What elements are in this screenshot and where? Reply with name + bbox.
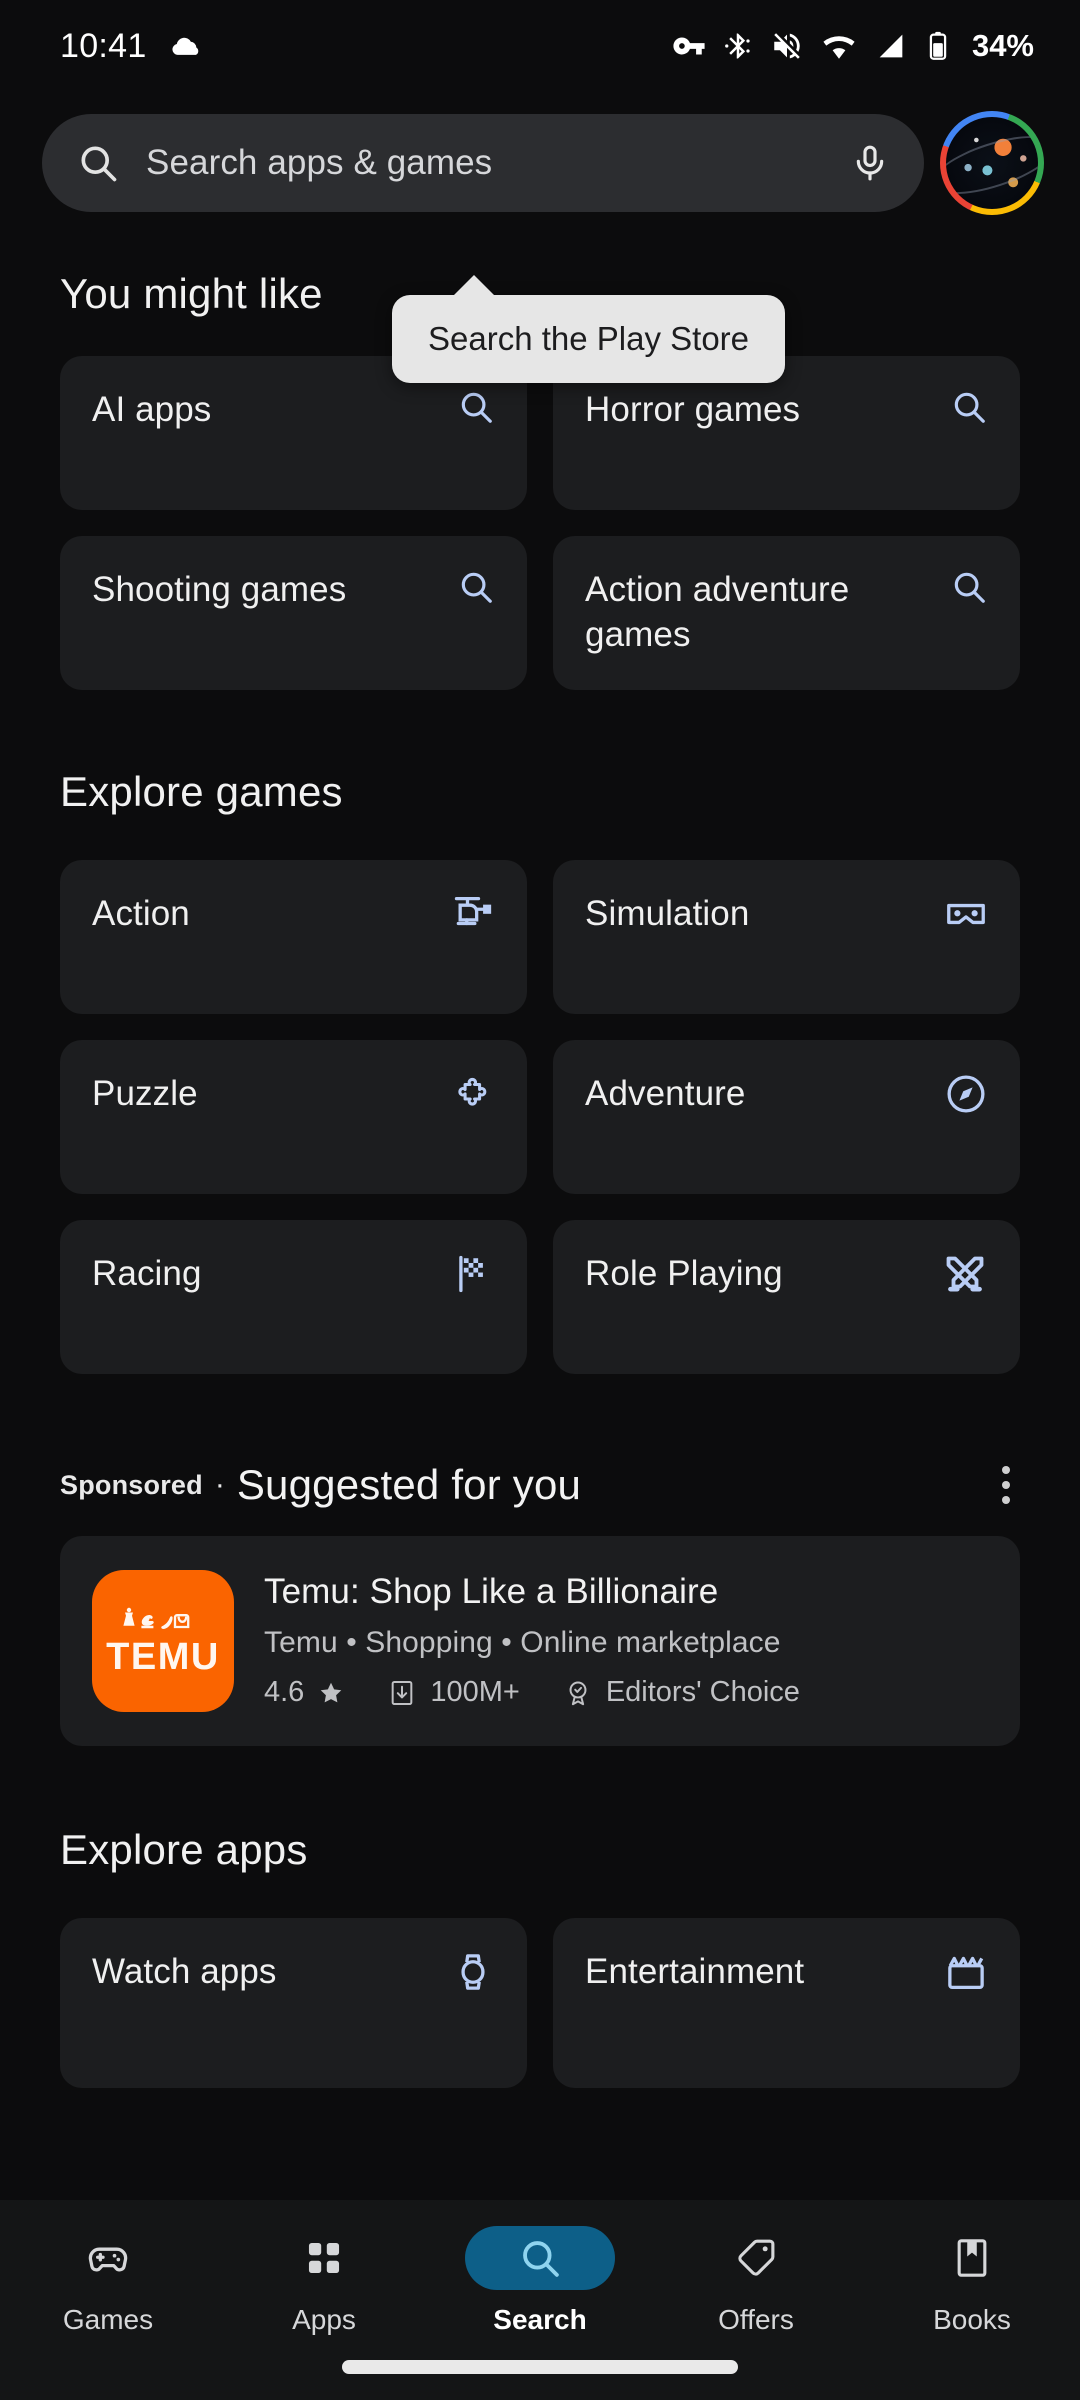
explore-apps-title: Explore apps [60, 1826, 308, 1873]
category-card-puzzle[interactable]: Puzzle [60, 1040, 527, 1194]
nav-pill-apps [249, 2226, 399, 2290]
nav-item-search[interactable]: Search [432, 2226, 648, 2336]
download-icon [388, 1679, 416, 1707]
smartwatch-icon [451, 1948, 495, 1999]
microphone-icon[interactable] [850, 143, 890, 183]
sponsored-title: Suggested for you [236, 1461, 582, 1508]
app-rating: 4.6 [264, 1676, 305, 1708]
nav-pill-books [897, 2226, 1047, 2290]
search-icon [950, 566, 988, 611]
sponsored-separator: · [214, 1468, 225, 1501]
compass-icon [944, 1070, 988, 1121]
status-bar: 10:41 34% [0, 0, 1080, 92]
nav-pill-search-active [465, 2226, 615, 2290]
temu-app-icon: TEMU [92, 1570, 234, 1712]
avatar-image [946, 117, 1038, 209]
sponsored-header: Sponsored · Suggested for you [0, 1456, 1080, 1514]
star-icon [318, 1680, 344, 1706]
bluetooth-icon [723, 29, 753, 63]
sponsored-tag: Sponsored [60, 1469, 203, 1500]
category-card-racing[interactable]: Racing [60, 1220, 527, 1374]
avatar[interactable] [940, 111, 1044, 215]
nav-label-search: Search [493, 2304, 587, 2335]
bottom-navigation: Games Apps Search Offers Books [0, 2200, 1080, 2400]
suggestion-label: Action adventure games [585, 570, 850, 654]
explore-games-title: Explore games [60, 768, 343, 815]
battery-icon [925, 29, 951, 63]
category-label: Action [92, 894, 190, 933]
status-clock: 10:41 [60, 26, 147, 65]
search-bar[interactable]: Search apps & games [42, 114, 924, 212]
clapperboard-icon [944, 1948, 988, 1999]
category-label: Entertainment [585, 1952, 805, 1991]
search-icon [76, 141, 120, 185]
temu-glyph-row [121, 1606, 205, 1636]
category-card-entertainment[interactable]: Entertainment [553, 1918, 1020, 2088]
nav-item-games[interactable]: Games [0, 2226, 216, 2336]
category-label: Role Playing [585, 1254, 783, 1293]
suggestion-chip[interactable]: Shooting games [60, 536, 527, 690]
suggestion-chip[interactable]: Action adventure games [553, 536, 1020, 690]
battery-percent: 34% [971, 28, 1034, 63]
app-subtitle: Temu • Shopping • Online marketplace [264, 1626, 781, 1659]
you-might-like-grid: AI apps Horror games Shooting games Acti… [0, 356, 1080, 690]
temu-wordmark: TEMU [106, 1636, 220, 1678]
search-input[interactable]: Search apps & games [146, 143, 824, 183]
checkered-flag-icon [451, 1250, 495, 1301]
category-card-watch-apps[interactable]: Watch apps [60, 1918, 527, 2088]
search-icon [457, 566, 495, 611]
play-store-search-screen: 10:41 34% Search apps & games Search the… [0, 0, 1080, 2400]
wifi-icon [821, 29, 857, 63]
category-card-adventure[interactable]: Adventure [553, 1040, 1020, 1194]
crossed-swords-icon [942, 1250, 988, 1303]
nav-label-books: Books [933, 2304, 1011, 2335]
suggestion-label: Shooting games [92, 570, 347, 609]
sponsored-app-card[interactable]: TEMU Temu: Shop Like a Billionaire Temu … [60, 1536, 1020, 1746]
cloud-icon [169, 29, 203, 63]
search-tooltip[interactable]: Search the Play Store [392, 275, 786, 383]
helicopter-icon [451, 890, 495, 941]
category-card-simulation[interactable]: Simulation [553, 860, 1020, 1014]
puzzle-piece-icon [451, 1070, 495, 1121]
app-title: Temu: Shop Like a Billionaire [264, 1572, 719, 1611]
app-downloads: 100M+ [430, 1676, 520, 1708]
nav-label-apps: Apps [292, 2304, 356, 2335]
nav-label-offers: Offers [718, 2304, 794, 2335]
explore-games-grid: Action Simulation Puzzle Adventure Racin… [0, 860, 1080, 1374]
search-icon [457, 386, 495, 431]
signal-icon [874, 29, 908, 63]
more-vert-icon[interactable] [992, 1456, 1020, 1514]
nav-item-offers[interactable]: Offers [648, 2226, 864, 2336]
volume-off-icon [770, 29, 804, 63]
category-label: Watch apps [92, 1952, 277, 1991]
vpn-key-icon [672, 29, 706, 63]
search-icon [950, 386, 988, 431]
category-label: Racing [92, 1254, 202, 1293]
search-row: Search apps & games [0, 111, 1080, 215]
status-bar-left: 10:41 [60, 27, 203, 66]
nav-pill-offers [681, 2226, 831, 2290]
category-label: Simulation [585, 894, 750, 933]
status-bar-right: 34% [672, 28, 1034, 64]
nav-item-apps[interactable]: Apps [216, 2226, 432, 2336]
app-meta-row: 4.6 100M+ Editors' Choice [264, 1676, 988, 1709]
nav-item-books[interactable]: Books [864, 2226, 1080, 2336]
home-indicator[interactable] [342, 2360, 738, 2374]
scroll-fade [0, 2130, 1080, 2200]
app-badge: Editors' Choice [605, 1676, 800, 1708]
editors-choice-icon [564, 1679, 592, 1707]
suggestion-label: AI apps [92, 390, 212, 429]
category-label: Puzzle [92, 1074, 198, 1113]
nav-label-games: Games [62, 2304, 154, 2335]
nav-pill-games [33, 2226, 183, 2290]
category-card-action[interactable]: Action [60, 860, 527, 1014]
category-card-role-playing[interactable]: Role Playing [553, 1220, 1020, 1374]
vr-goggles-icon [944, 890, 988, 941]
sponsored-app-body: Temu: Shop Like a Billionaire Temu • Sho… [264, 1570, 988, 1709]
category-label: Adventure [585, 1074, 746, 1113]
explore-apps-grid: Watch apps Entertainment [0, 1918, 1080, 2088]
suggestion-label: Horror games [585, 390, 801, 429]
